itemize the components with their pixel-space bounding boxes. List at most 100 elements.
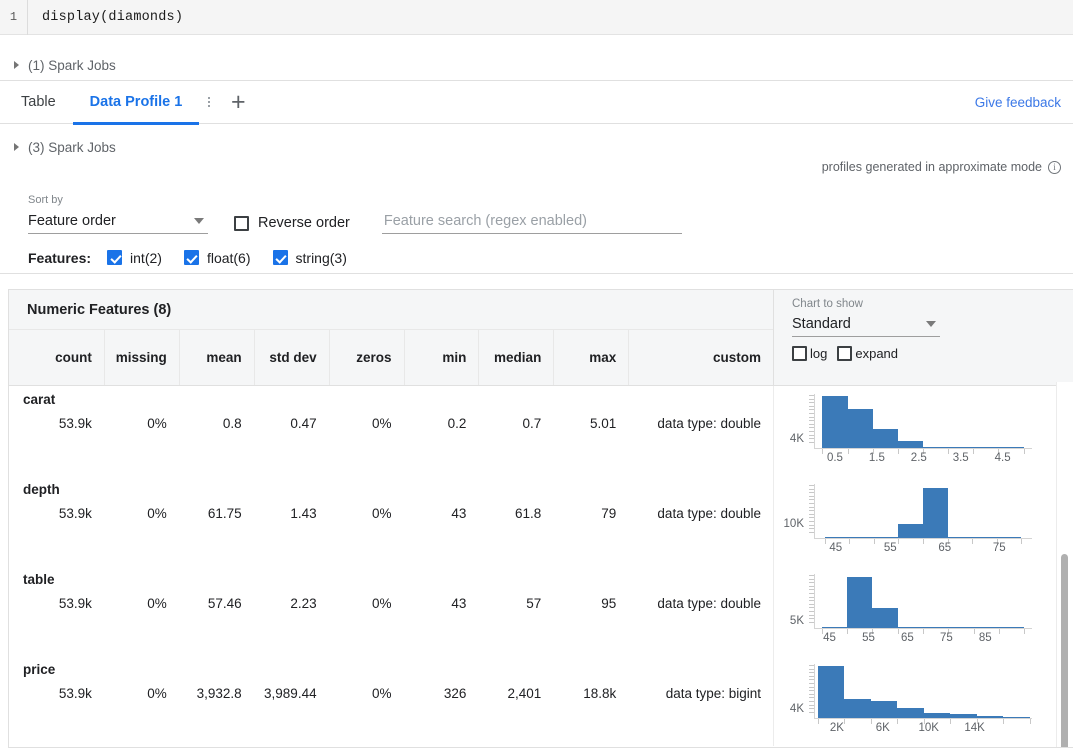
histogram-bar[interactable] xyxy=(948,537,973,538)
table-row[interactable]: depth53.9k0%61.751.430%4361.879data type… xyxy=(9,476,1073,566)
feature-filter-float-checkbox[interactable] xyxy=(184,250,199,265)
feature-filter-string[interactable]: string(3) xyxy=(273,250,347,266)
add-tab-icon[interactable]: + xyxy=(219,80,257,124)
histogram-bar[interactable] xyxy=(1003,717,1029,718)
histogram-bar[interactable] xyxy=(849,537,874,538)
y-axis-tick xyxy=(809,618,814,619)
table-row[interactable]: carat53.9k0%0.80.470%0.20.75.01data type… xyxy=(9,386,1073,476)
histogram-bar[interactable] xyxy=(948,447,973,448)
feature-search-control[interactable] xyxy=(382,209,682,234)
column-header-min[interactable]: min xyxy=(404,330,479,385)
expand-checkbox[interactable] xyxy=(837,346,852,361)
table-row[interactable]: price53.9k0%3,932.83,989.440%3262,40118.… xyxy=(9,656,1073,746)
code-cell[interactable]: 1 display(diamonds) xyxy=(0,0,1073,35)
cell-min: 43 xyxy=(404,592,479,614)
histogram-bar[interactable] xyxy=(822,627,847,628)
x-axis-tick-label: 2K xyxy=(830,722,844,734)
histogram-bar[interactable] xyxy=(924,713,951,718)
panel-scrollbar-thumb[interactable] xyxy=(1061,554,1068,748)
expand-toggle[interactable]: expand xyxy=(837,346,898,361)
reverse-order-control[interactable]: Reverse order xyxy=(234,215,350,231)
histogram-bar[interactable] xyxy=(822,396,847,448)
histogram-bar[interactable] xyxy=(974,627,999,628)
column-header-custom[interactable]: custom xyxy=(628,330,773,385)
tab-data-profile-1[interactable]: Data Profile 1 xyxy=(73,80,200,124)
histogram-bar[interactable] xyxy=(923,447,948,448)
log-toggle[interactable]: log xyxy=(792,346,827,361)
column-header-median[interactable]: median xyxy=(478,330,553,385)
column-header-missing[interactable]: missing xyxy=(104,330,179,385)
x-axis-labels: 0.51.52.53.54.5 xyxy=(814,452,1032,472)
row-chart[interactable]: 10K45556575 xyxy=(774,476,1073,566)
spark-jobs-toggle-top[interactable]: (1) Spark Jobs xyxy=(0,50,1073,80)
tab-overflow-menu-icon[interactable] xyxy=(199,80,219,124)
histogram-bar[interactable] xyxy=(997,537,1022,538)
table-row[interactable]: table53.9k0%57.462.230%435795data type: … xyxy=(9,566,1073,656)
feature-filter-int-checkbox[interactable] xyxy=(107,250,122,265)
row-chart[interactable]: 5K4555657585 xyxy=(774,566,1073,656)
spark-jobs-toggle-profile[interactable]: (3) Spark Jobs xyxy=(0,134,1073,160)
histogram-bar[interactable] xyxy=(923,627,948,628)
sort-by-control[interactable]: Sort by Feature order xyxy=(28,194,208,234)
give-feedback-link[interactable]: Give feedback xyxy=(975,81,1061,125)
histogram-bar[interactable] xyxy=(898,441,923,448)
tab-bar: Table Data Profile 1 + Give feedback xyxy=(0,80,1073,124)
histogram-bar[interactable] xyxy=(898,627,923,628)
feature-search-input[interactable] xyxy=(382,212,682,230)
histogram-bar[interactable] xyxy=(973,447,998,448)
log-label: log xyxy=(810,346,827,361)
column-header-row: countmissingmeanstd devzerosminmedianmax… xyxy=(9,330,773,385)
y-axis-tick-label: 4K xyxy=(776,433,804,445)
histogram-bar[interactable] xyxy=(897,708,924,718)
chart-to-show-select[interactable]: Standard xyxy=(792,312,940,337)
histogram-bar[interactable] xyxy=(872,608,897,628)
panel-scroll-track[interactable] xyxy=(1056,382,1073,747)
column-header-mean[interactable]: mean xyxy=(179,330,254,385)
histogram-bar[interactable] xyxy=(898,524,923,539)
cell-zeros: 0% xyxy=(329,412,404,434)
log-checkbox[interactable] xyxy=(792,346,807,361)
features-filter-bar: Features: int(2) float(6) string(3) xyxy=(0,242,1073,274)
histogram-bar[interactable] xyxy=(844,699,871,718)
cell-mean: 61.75 xyxy=(179,502,254,524)
sort-by-select[interactable]: Feature order xyxy=(28,209,208,234)
histogram-bar[interactable] xyxy=(818,666,845,718)
histogram-bar[interactable] xyxy=(873,429,898,448)
x-axis-tick-label: 55 xyxy=(862,632,875,644)
feature-filter-int[interactable]: int(2) xyxy=(107,250,162,266)
reverse-order-checkbox[interactable] xyxy=(234,216,249,231)
histogram-depth[interactable]: 10K45556575 xyxy=(792,484,1037,562)
column-header-count[interactable]: count xyxy=(9,330,104,385)
tab-table[interactable]: Table xyxy=(4,80,73,124)
histogram-bar[interactable] xyxy=(923,488,948,538)
histogram-bar[interactable] xyxy=(998,447,1024,448)
row-chart[interactable]: 4K2K6K10K14K xyxy=(774,656,1073,746)
panel-header: Numeric Features (8) countmissingmeanstd… xyxy=(9,290,1073,386)
y-axis-tick xyxy=(809,708,814,709)
feature-filter-float[interactable]: float(6) xyxy=(184,250,251,266)
histogram-bar[interactable] xyxy=(977,716,1004,718)
column-header-zeros[interactable]: zeros xyxy=(329,330,404,385)
y-axis-tick xyxy=(809,690,814,691)
column-header-max[interactable]: max xyxy=(553,330,628,385)
histogram-bar[interactable] xyxy=(999,627,1024,628)
row-chart[interactable]: 4K 0.51.52.53.54.5 xyxy=(774,386,1073,476)
histogram-bar[interactable] xyxy=(948,627,973,628)
feature-filter-string-checkbox[interactable] xyxy=(273,250,288,265)
histogram-bar[interactable] xyxy=(825,537,850,538)
chart-controls: Chart to show Standard log expand xyxy=(774,290,1073,385)
histogram-carat[interactable]: 4K0.51.52.53.54.5 xyxy=(792,394,1037,472)
code-text[interactable]: display(diamonds) xyxy=(28,10,183,25)
column-header-std-dev[interactable]: std dev xyxy=(254,330,329,385)
histogram-bar[interactable] xyxy=(871,701,898,718)
histogram-table[interactable]: 5K4555657585 xyxy=(792,574,1037,652)
histogram-bar[interactable] xyxy=(972,537,997,538)
histogram-bar[interactable] xyxy=(950,714,977,718)
histogram-bar[interactable] xyxy=(874,537,899,538)
histogram-price[interactable]: 4K2K6K10K14K xyxy=(792,664,1037,742)
info-icon[interactable]: i xyxy=(1048,161,1061,174)
numeric-features-panel: Numeric Features (8) countmissingmeanstd… xyxy=(8,289,1073,748)
histogram-bar[interactable] xyxy=(848,409,873,448)
histogram-bar[interactable] xyxy=(847,577,872,628)
y-axis-tick xyxy=(809,586,814,587)
